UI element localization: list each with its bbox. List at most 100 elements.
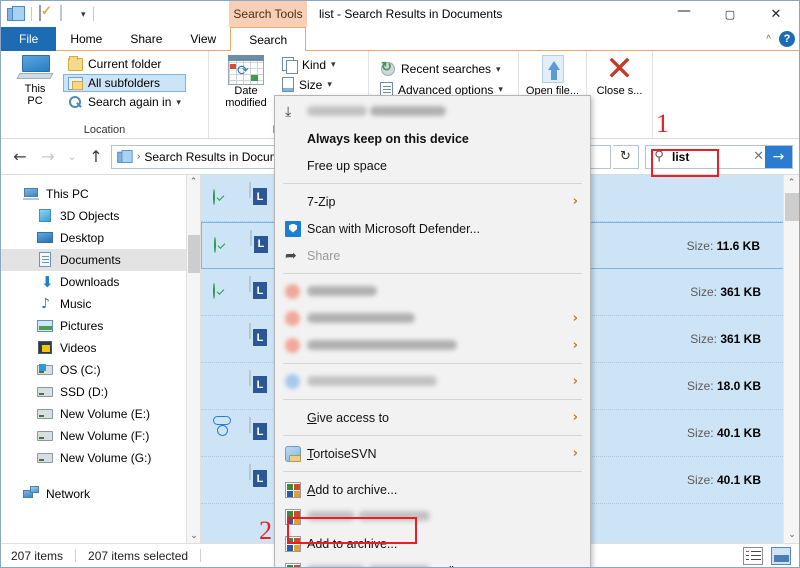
details-view-icon[interactable] [743,547,763,565]
tab-view[interactable]: View [176,27,230,51]
search-again-in-button[interactable]: Search again in ▾ [63,93,186,111]
menu-item-always-keep-on-this-device[interactable]: Always keep on this device [275,125,590,152]
winrar-icon [285,508,301,525]
search-box[interactable]: ⚲ list ✕ → [645,144,793,169]
menu-separator [283,435,582,436]
size-cell: Size: 11.6 KB [687,239,760,253]
sidebar-item-os-c[interactable]: OS (C:) [1,359,200,381]
search-again-icon [68,95,83,109]
sidebar-item-3d-objects[interactable]: 3D Objects [1,205,200,227]
date-modified-button[interactable]: ⟳ Date modified [215,53,277,109]
menu-item-7zip[interactable]: 7-Zip › [275,188,590,215]
documents-icon [37,252,53,268]
properties-icon[interactable] [39,4,56,23]
size-value: 40.1 KB [716,473,761,487]
current-folder-label: Current folder [88,57,162,71]
sidebar-label-videos: Videos [60,341,97,355]
sidebar-item-pictures[interactable]: Pictures [1,315,200,337]
menu-item-add-to-rar[interactable] [275,503,590,530]
chevron-down-icon-advanced[interactable]: ▾ [498,84,503,95]
nav-scroll-down-icon[interactable]: ⌄ [187,529,201,543]
menu-item-compress-and-email[interactable]: Add to archive... [275,530,590,557]
nav-scrollbar-thumb[interactable] [188,235,200,273]
winrar-icon-wrap [285,481,307,498]
toolbar-divider-2 [92,7,94,21]
new-folder-icon[interactable] [60,4,77,23]
menu-label-give-access-to: Give access to [307,410,389,425]
search-input[interactable]: list [672,150,689,164]
nav-scroll-up-icon[interactable]: ⌃ [187,175,200,189]
breadcrumb-separator: › [137,151,141,162]
sidebar-item-documents[interactable]: Documents [1,249,200,271]
menu-label-blurred-3 [307,339,590,353]
sidebar-item-ssd-d[interactable]: SSD (D:) [1,381,200,403]
explorer-icon[interactable] [7,6,24,23]
minimize-icon: — [677,3,691,19]
date-modified-label-line2: modified [225,97,267,109]
menu-item-blurred-2[interactable]: › [275,305,590,332]
sidebar-item-videos[interactable]: Videos [1,337,200,359]
menu-item-share[interactable]: ➦ Share [275,242,590,269]
file-scroll-down-icon[interactable]: ⌄ [784,527,799,543]
file-scroll-up-icon[interactable]: ⌃ [784,175,799,191]
sidebar-item-music[interactable]: ♪ Music [1,293,200,315]
current-folder-button[interactable]: Current folder [63,55,186,73]
chevron-down-icon[interactable]: ▾ [176,97,181,108]
forward-button[interactable]: → [35,144,61,170]
sidebar-item-new-volume-e[interactable]: New Volume (E:) [1,403,200,425]
this-pc-button[interactable]: This PC [7,53,63,107]
sidebar-item-downloads[interactable]: ⬇ Downloads [1,271,200,293]
recent-searches-button[interactable]: Recent searches ▾ [375,59,508,79]
size-icon [282,77,294,92]
tab-search[interactable]: Search [230,27,307,52]
tab-share[interactable]: Share [116,27,176,51]
menu-item-blurred-4[interactable]: › [275,368,590,395]
close-button[interactable]: ✕ [753,1,799,27]
help-icon[interactable]: ? [779,31,795,47]
menu-item-add-to-archive[interactable]: Add to archive... [275,476,590,503]
tab-file[interactable]: File [1,27,57,51]
sidebar-item-new-volume-g[interactable]: New Volume (G:) [1,447,200,469]
menu-separator [283,273,582,274]
menu-item-free-up-space[interactable]: Free up space [275,152,590,179]
up-button[interactable]: ↑ [83,144,109,170]
menu-item-onedrive-status[interactable]: ⤓ [275,98,590,125]
kind-button[interactable]: Kind ▾ [277,55,341,74]
menu-item-scan-with-microsoft-defender[interactable]: Scan with Microsoft Defender... [275,215,590,242]
sidebar-item-desktop[interactable]: Desktop [1,227,200,249]
sidebar-item-new-volume-f[interactable]: New Volume (F:) [1,425,200,447]
sidebar-item-network[interactable]: Network [1,483,200,505]
maximize-button[interactable]: ▢ [707,1,753,27]
chevron-down-icon-kind[interactable]: ▾ [331,59,336,70]
all-subfolders-button[interactable]: All subfolders [63,74,186,92]
menu-item-compress-rar-and-email[interactable]: .rar" [275,557,590,567]
open-file-location-button[interactable]: Open file... [525,53,580,97]
large-icons-view-icon[interactable] [771,547,791,565]
back-button[interactable]: ← [7,144,33,170]
search-go-button[interactable]: → [765,145,792,168]
menu-item-tortoisesvn[interactable]: TortoiseSVN › [275,440,590,467]
tab-home[interactable]: Home [56,27,116,51]
clear-search-icon[interactable]: ✕ [753,149,764,164]
minimize-button[interactable]: — [661,1,707,27]
menu-item-give-access-to[interactable]: Give access to › [275,404,590,431]
menu-item-blurred-3[interactable]: › [275,332,590,359]
customize-quick-access-caret[interactable]: ▾ [81,9,86,19]
menu-item-blurred-1[interactable] [275,278,590,305]
refresh-button[interactable]: ↻ [613,144,639,169]
chevron-down-icon-recent[interactable]: ▾ [496,64,501,75]
sidebar-item-this-pc[interactable]: This PC [1,183,200,205]
file-scrollbar-thumb[interactable] [785,193,799,221]
collapse-ribbon-icon[interactable]: ^ [766,34,771,45]
file-list-scrollbar[interactable]: ⌃ ⌄ [783,175,799,543]
recent-locations-button[interactable]: ⌄ [63,144,81,170]
sync-status-icon [213,283,229,300]
chevron-down-icon-size[interactable]: ▾ [327,79,332,90]
size-button[interactable]: Size ▾ [277,75,341,94]
navigation-pane-scrollbar[interactable]: ⌃ ⌄ [186,175,200,543]
size-label: Size: [686,473,714,487]
close-search-button[interactable]: ✕ Close s... [593,52,646,97]
this-pc-label-line2: PC [27,95,43,107]
size-value: 361 KB [720,332,761,346]
menu-label-compress-rar-email: .rar" [307,564,590,567]
